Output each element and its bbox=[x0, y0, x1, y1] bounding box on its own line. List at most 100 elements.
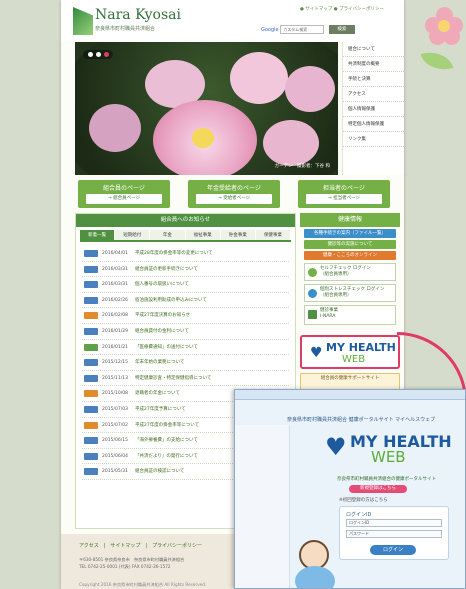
heart-icon: ♥ bbox=[325, 433, 347, 461]
news-item[interactable]: 2016/02/08 平成27年度決算のお知らせ bbox=[82, 308, 289, 324]
side-nav-item[interactable]: 共済制度の概要 bbox=[343, 57, 404, 72]
footer-address-line: 〒630-8501 奈良県奈良市 奈良県市町村職員共済組合 bbox=[79, 557, 185, 562]
portal-link[interactable]: → 受給者ページ bbox=[196, 194, 272, 204]
health-info-heading: 健康情報 bbox=[300, 213, 400, 227]
news-title-link[interactable]: 組合員証の検認について bbox=[135, 467, 184, 476]
site-logo[interactable]: Nara Kyosai 奈良県市町村職員共済組合 bbox=[73, 7, 181, 37]
news-heading: 組合員へのお知らせ bbox=[76, 214, 295, 227]
flower-decoration bbox=[425, 7, 463, 45]
news-title-link[interactable]: 個人番号の取扱いについて bbox=[135, 280, 189, 289]
news-date: 2015/07/03 bbox=[102, 406, 128, 412]
news-title-link[interactable]: 平成27年度の掛金率等について bbox=[135, 421, 199, 430]
news-item[interactable]: 2016/04/01 平成28年度の掛金率等の変更について bbox=[82, 246, 289, 262]
popup-header-bar bbox=[235, 390, 465, 400]
card-subtitle: I-NARA bbox=[320, 314, 336, 319]
side-nav-item[interactable]: リンク集 bbox=[343, 132, 404, 147]
news-title-link[interactable]: 特定健康診査・特定保健指導について bbox=[135, 374, 211, 383]
news-title-link[interactable]: 退職者の年金について bbox=[135, 389, 180, 398]
i-nara-card[interactable]: 健診事業 I-NARA bbox=[304, 305, 396, 325]
stress-check-login-card[interactable]: 個別ストレスチェック ログイン （組合員専用） bbox=[304, 284, 396, 302]
footer-links[interactable]: アクセス | サイトマップ | プライバシーポリシー bbox=[79, 542, 202, 549]
news-title-link[interactable]: 組合員証の更新手続きについて bbox=[135, 265, 198, 274]
news-item[interactable]: 2016/03/31 組合員証の更新手続きについて bbox=[82, 262, 289, 278]
photo-caption: ガーデン 撮影者：下谷 和 bbox=[274, 164, 330, 169]
stress-icon bbox=[308, 289, 317, 298]
slideshow-controls[interactable] bbox=[83, 50, 113, 59]
card-title: 個別ストレスチェック ログイン bbox=[320, 287, 385, 292]
tab-savings[interactable]: 貯金事業 bbox=[220, 230, 255, 240]
side-nav-item[interactable]: 特定個人情報保護 bbox=[343, 117, 404, 132]
news-date: 2015/05/31 bbox=[102, 469, 128, 475]
login-button[interactable]: ログイン bbox=[370, 545, 416, 555]
logo-subtitle: WEB bbox=[371, 448, 406, 466]
category-badge bbox=[84, 327, 98, 335]
news-title-link[interactable]: 組合員貸付の金利について bbox=[135, 327, 189, 336]
tab-short-term[interactable]: 短期給付 bbox=[115, 230, 150, 240]
side-nav-item[interactable]: 個人情報保護 bbox=[343, 102, 404, 117]
card-subtitle: （組合員専用） bbox=[320, 293, 352, 298]
category-badge bbox=[84, 437, 98, 445]
news-date: 2016/01/29 bbox=[102, 328, 128, 334]
checkup-button[interactable]: 健診等の実施について bbox=[304, 240, 396, 249]
news-title-link[interactable]: 宿泊施設利用助成の申込みについて bbox=[135, 296, 207, 305]
portal-link[interactable]: → 組合員ページ bbox=[86, 194, 162, 204]
member-portal-button[interactable]: 組合員のページ → 組合員ページ bbox=[78, 180, 170, 208]
my-health-web-banner[interactable]: ♥ MY HEALTH WEB bbox=[300, 335, 400, 369]
card-title: 健診事業 bbox=[320, 308, 338, 313]
news-title-link[interactable]: 「共済だより」の発行について bbox=[135, 452, 198, 461]
procedures-button[interactable]: 各種手続きの案内（ファイル一覧） bbox=[304, 229, 396, 238]
password-field[interactable]: パスワード bbox=[346, 530, 442, 538]
tab-pension[interactable]: 年金 bbox=[150, 230, 185, 240]
banner-subtitle: WEB bbox=[342, 354, 366, 365]
news-item[interactable]: 2015/12/15 年末年始の業務について bbox=[82, 355, 289, 371]
staff-portal-button[interactable]: 担当者のページ → 担当者ページ bbox=[298, 180, 390, 208]
category-badge bbox=[84, 343, 98, 351]
news-date: 2015/06/04 bbox=[102, 453, 128, 459]
category-badge bbox=[84, 405, 98, 413]
portal-link[interactable]: → 担当者ページ bbox=[306, 194, 382, 204]
news-item[interactable]: 2016/03/31 個人番号の取扱いについて bbox=[82, 277, 289, 293]
register-button[interactable]: 新規登録はこちら bbox=[349, 485, 407, 493]
check-icon bbox=[308, 268, 317, 277]
news-item[interactable]: 2015/11/13 特定健康診査・特定保健指導について bbox=[82, 371, 289, 387]
portal-title: 担当者のページ bbox=[323, 185, 365, 192]
category-badge bbox=[84, 452, 98, 460]
news-title-link[interactable]: 「医療費通知」の送付について bbox=[135, 343, 198, 352]
side-nav-item[interactable]: アクセス bbox=[343, 87, 404, 102]
news-date: 2016/02/08 bbox=[102, 313, 128, 319]
site-search: Google カスタム検索 検索 bbox=[261, 25, 355, 34]
search-button[interactable]: 検索 bbox=[328, 25, 355, 34]
news-item[interactable]: 2016/01/29 組合員貸付の金利について bbox=[82, 324, 289, 340]
tab-welfare[interactable]: 福祉事業 bbox=[185, 230, 220, 240]
online-health-button[interactable]: 健康・こころのオンライン bbox=[304, 251, 396, 260]
news-date: 2015/07/02 bbox=[102, 422, 128, 428]
side-nav-item[interactable]: 組合について bbox=[343, 42, 404, 57]
news-date: 2016/03/31 bbox=[102, 282, 128, 288]
tab-all[interactable]: 新着一覧 bbox=[80, 230, 115, 240]
character-illustration bbox=[295, 566, 335, 588]
news-title-link[interactable]: 平成27年度決算のお知らせ bbox=[135, 311, 190, 320]
pensioner-portal-button[interactable]: 年金受給者のページ → 受給者ページ bbox=[188, 180, 280, 208]
news-date: 2015/10/08 bbox=[102, 391, 128, 397]
login-id-field[interactable]: ログインID bbox=[346, 519, 442, 527]
site-header: Nara Kyosai 奈良県市町村職員共済組合 ● サイトマップ ● プライバ… bbox=[61, 0, 404, 42]
news-title-link[interactable]: 年末年始の業務について bbox=[135, 358, 184, 367]
tab-health[interactable]: 保健事業 bbox=[255, 230, 291, 240]
category-badge bbox=[84, 390, 98, 398]
my-health-web-screenshot: 奈良県市町村職員共済組合 健康ポータルサイト マイヘルスウェブ ♥ MY HEA… bbox=[234, 389, 466, 589]
news-title-link[interactable]: 平成27年度予算について bbox=[135, 405, 186, 414]
search-input[interactable]: カスタム検索 bbox=[280, 25, 325, 34]
news-title-link[interactable]: 「海外療養費」の支給について bbox=[135, 436, 198, 445]
side-nav: 組合について 共済制度の概要 手続と決算 アクセス 個人情報保護 特定個人情報保… bbox=[342, 42, 404, 175]
news-item[interactable]: 2016/01/21 「医療費通知」の送付について bbox=[82, 340, 289, 356]
news-item[interactable]: 2016/02/26 宿泊施設利用助成の申込みについて bbox=[82, 293, 289, 309]
news-date: 2015/11/13 bbox=[102, 375, 128, 381]
portal-title: 年金受給者のページ bbox=[207, 185, 261, 192]
side-nav-item[interactable]: 手続と決算 bbox=[343, 72, 404, 87]
news-title-link[interactable]: 平成28年度の掛金率等の変更について bbox=[135, 249, 213, 258]
header-top-links[interactable]: ● サイトマップ ● プライバシーポリシー bbox=[300, 6, 384, 12]
self-check-login-card[interactable]: セルフチェック ログイン （組合員専用） bbox=[304, 263, 396, 281]
category-badge bbox=[84, 296, 98, 304]
i-nara-logo-icon bbox=[308, 310, 317, 319]
popup-tagline: 奈良県市町村職員共済組合の健康ポータルサイト bbox=[337, 477, 436, 482]
